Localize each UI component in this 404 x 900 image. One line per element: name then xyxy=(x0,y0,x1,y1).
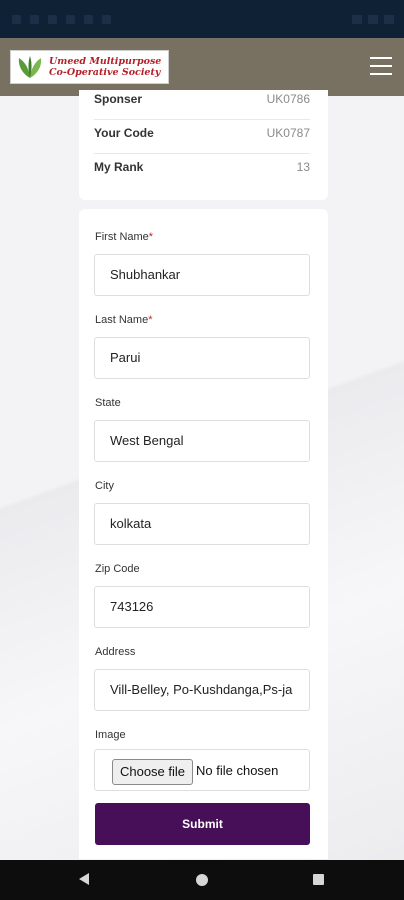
info-row-your-code: Your Code UK0787 xyxy=(94,120,310,154)
first-name-label: First Name* xyxy=(95,231,154,243)
system-nav-bar xyxy=(0,860,404,900)
notification-icon xyxy=(66,15,75,24)
submit-button[interactable]: Submit xyxy=(95,803,310,845)
state-label: State xyxy=(95,397,121,409)
notification-icon xyxy=(84,15,93,24)
logo-line1: Umeed Multipurpose xyxy=(49,56,162,67)
profile-form: First Name* Shubhankar Last Name* Parui … xyxy=(79,209,328,859)
battery-icon xyxy=(384,15,394,24)
file-status-text: No file chosen xyxy=(196,763,279,778)
required-marker: * xyxy=(148,314,153,326)
info-label: Your Code xyxy=(94,126,154,140)
logo-line2: Co-Operative Society xyxy=(49,67,161,78)
member-info-card: Sponser UK0786 Your Code UK0787 My Rank … xyxy=(79,90,328,200)
status-bar xyxy=(0,0,404,38)
address-label: Address xyxy=(95,646,136,658)
image-label: Image xyxy=(95,729,126,741)
state-field[interactable]: West Bengal xyxy=(94,420,310,462)
leaf-logo-icon xyxy=(18,56,42,78)
address-field[interactable]: Vill-Belley, Po-Kushdanga,Ps-ja xyxy=(94,669,310,711)
back-triangle-icon[interactable] xyxy=(79,873,89,885)
app-logo[interactable]: Umeed Multipurpose Co-Operative Society xyxy=(10,50,169,84)
logo-text: Umeed Multipurpose Co-Operative Society xyxy=(49,56,161,78)
info-value: UK0786 xyxy=(266,92,310,106)
info-label: My Rank xyxy=(94,160,144,174)
required-marker: * xyxy=(148,231,154,243)
image-file-input: Choose file No file chosen xyxy=(94,749,310,791)
notification-icons xyxy=(12,15,111,24)
last-name-label: Last Name* xyxy=(95,314,153,326)
info-value: 13 xyxy=(296,160,310,174)
recent-apps-square-icon[interactable] xyxy=(313,874,324,885)
wifi-icon xyxy=(352,15,362,24)
info-row-sponser: Sponser UK0786 xyxy=(94,86,310,120)
city-label: City xyxy=(95,480,114,492)
hamburger-menu-icon[interactable] xyxy=(370,57,392,75)
notification-icon xyxy=(48,15,57,24)
choose-file-button[interactable]: Choose file xyxy=(112,759,193,785)
first-name-field[interactable]: Shubhankar xyxy=(94,254,310,296)
info-label: Sponser xyxy=(94,92,143,106)
last-name-field[interactable]: Parui xyxy=(94,337,310,379)
info-value: UK0787 xyxy=(266,126,310,140)
home-circle-icon[interactable] xyxy=(196,874,208,886)
notification-icon xyxy=(102,15,111,24)
signal-icon xyxy=(368,15,378,24)
zip-code-field[interactable]: 743126 xyxy=(94,586,310,628)
city-field[interactable]: kolkata xyxy=(94,503,310,545)
notification-icon xyxy=(30,15,39,24)
info-row-my-rank: My Rank 13 xyxy=(94,154,310,188)
system-icons xyxy=(352,15,394,24)
notification-icon xyxy=(12,15,21,24)
zip-code-label: Zip Code xyxy=(95,563,140,575)
